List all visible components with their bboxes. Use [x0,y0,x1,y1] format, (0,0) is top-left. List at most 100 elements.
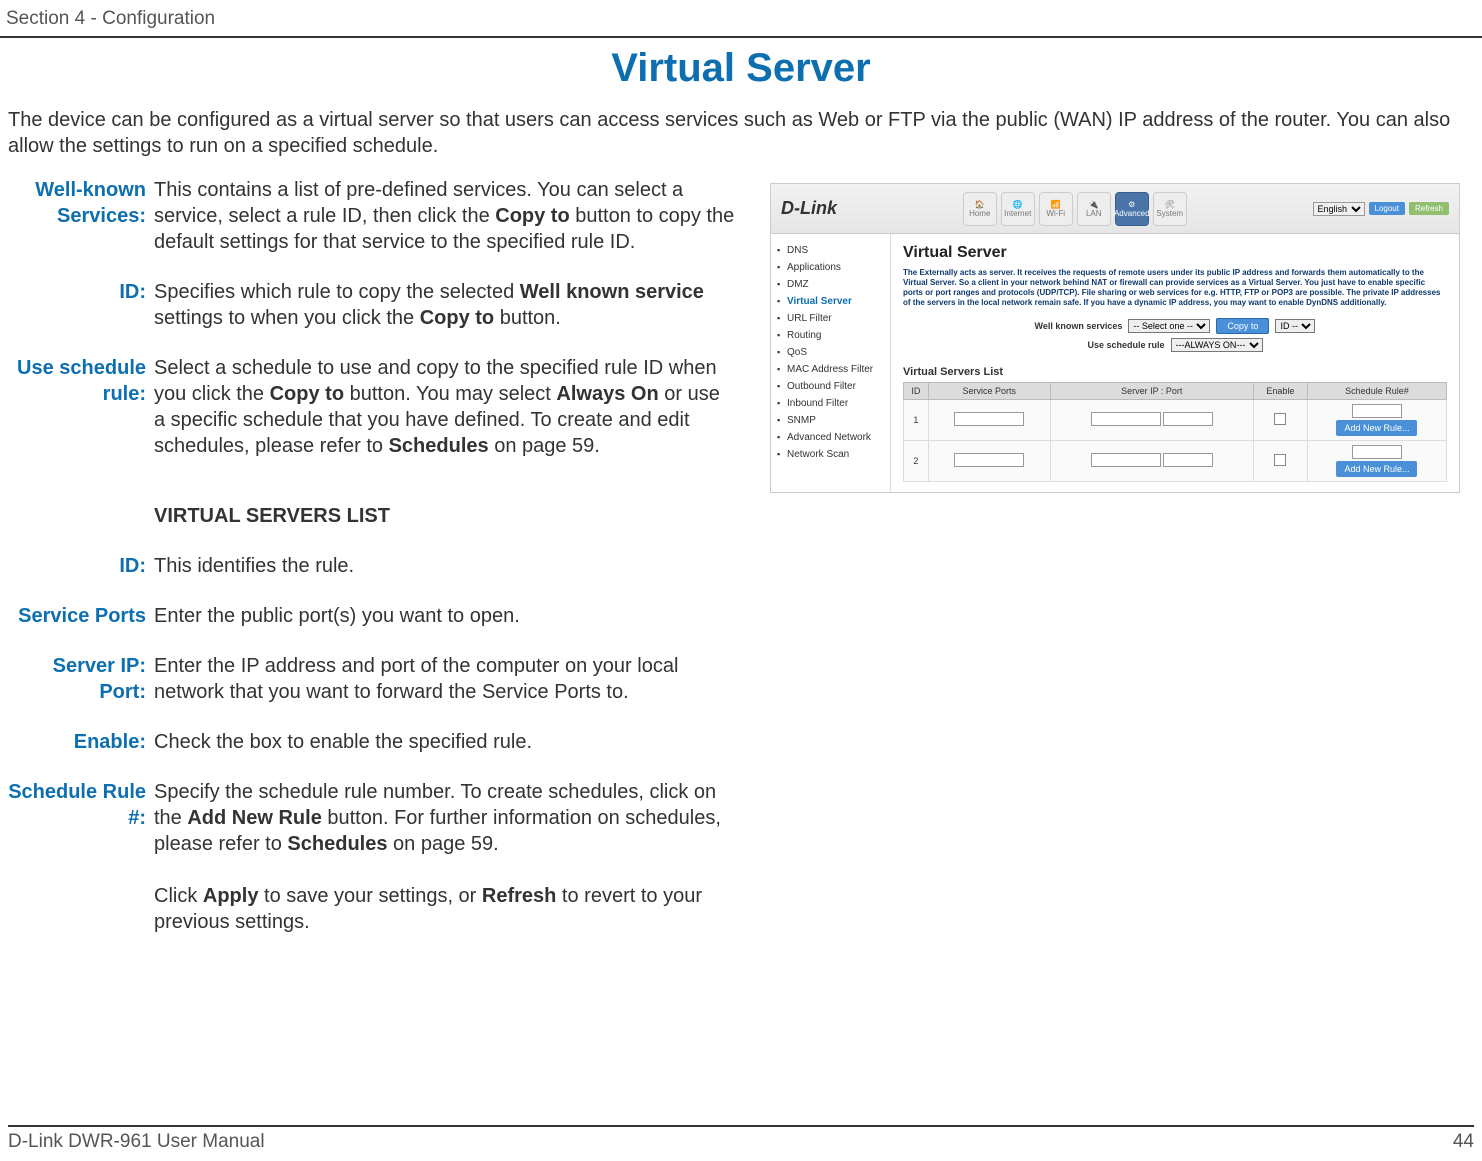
usr-select[interactable]: ---ALWAYS ON--- [1171,338,1263,352]
text: on page 59. [489,435,600,457]
col-id: ID [904,383,929,400]
page-title: Virtual Server [0,46,1482,91]
bold: Copy to [495,205,569,227]
bold: Copy to [420,307,494,329]
sidebar-item-mac-filter[interactable]: MAC Address Filter [777,361,884,378]
label-id: ID: [0,279,150,355]
text: Click [154,885,203,907]
logo: D-Link [781,198,837,219]
text: on page 59. [387,833,498,855]
sidebar-item-routing[interactable]: Routing [777,327,884,344]
text: Specifies which rule to copy the selecte… [154,281,520,303]
sidebar: DNS Applications DMZ Virtual Server URL … [771,234,891,492]
sidebar-item-qos[interactable]: QoS [777,344,884,361]
add-new-rule-button[interactable]: Add New Rule... [1336,461,1417,477]
refresh-button[interactable]: Refresh [1409,202,1449,215]
bold: Schedules [287,833,387,855]
label-use-schedule: Use schedule rule: [0,355,150,483]
add-new-rule-button[interactable]: Add New Rule... [1336,420,1417,436]
cell-id: 2 [904,441,929,482]
nav-lan[interactable]: 🔌LAN [1077,192,1111,226]
page-number: 44 [1453,1131,1474,1153]
list-title: Virtual Servers List [903,366,1447,378]
label-well-known: Well-known Services: [0,177,150,279]
text: to save your settings, or [258,885,481,907]
label-schedule-rule: Schedule Rule #: [0,779,150,959]
desc-enable: Check the box to enable the specified ru… [150,729,740,779]
nav-label: Home [969,209,990,218]
service-ports-input[interactable] [954,453,1024,467]
nav-label: Advanced [1114,209,1150,218]
desc-schedule-rule: Specify the schedule rule number. To cre… [150,779,740,959]
copy-to-button[interactable]: Copy to [1216,318,1269,334]
text: settings to when you click the [154,307,420,329]
enable-checkbox[interactable] [1274,454,1286,466]
lang-select[interactable]: English [1313,202,1365,216]
server-port-input[interactable] [1163,453,1213,467]
desc-service-ports: Enter the public port(s) you want to ope… [150,603,740,653]
definition-table: Well-known Services: This contains a lis… [0,177,740,959]
sidebar-item-inbound-filter[interactable]: Inbound Filter [777,395,884,412]
server-port-input[interactable] [1163,412,1213,426]
nav-home[interactable]: 🏠Home [963,192,997,226]
label-service-ports: Service Ports [0,603,150,653]
label-id2: ID: [0,553,150,603]
service-ports-input[interactable] [954,412,1024,426]
bold: Schedules [389,435,489,457]
divider-bottom [8,1125,1474,1127]
col-service-ports: Service Ports [928,383,1050,400]
sidebar-item-outbound-filter[interactable]: Outbound Filter [777,378,884,395]
cell-id: 1 [904,400,929,441]
desc-id: Specifies which rule to copy the selecte… [150,279,740,355]
col-server-ip: Server IP : Port [1050,383,1253,400]
wk-label: Well known services [1035,321,1123,331]
text: button. [494,307,561,329]
divider-top [0,36,1482,38]
section-header: Section 4 - Configuration [0,8,1482,34]
sidebar-item-applications[interactable]: Applications [777,259,884,276]
table-row: 1 Add New Rule... [904,400,1447,441]
sidebar-item-advanced-network[interactable]: Advanced Network [777,429,884,446]
desc-use-schedule: Select a schedule to use and copy to the… [150,355,740,483]
usr-label: Use schedule rule [1087,340,1164,350]
wk-select[interactable]: -- Select one -- [1128,319,1210,333]
virtual-servers-table: ID Service Ports Server IP : Port Enable… [903,382,1447,482]
sidebar-item-dmz[interactable]: DMZ [777,276,884,293]
bold: Always On [556,383,658,405]
enable-checkbox[interactable] [1274,413,1286,425]
panel-description: The Externally acts as server. It receiv… [903,268,1447,308]
table-row: 2 Add New Rule... [904,441,1447,482]
server-ip-input[interactable] [1091,412,1161,426]
sidebar-item-dns[interactable]: DNS [777,242,884,259]
bold: Apply [203,885,259,907]
sidebar-item-url-filter[interactable]: URL Filter [777,310,884,327]
nav-label: Wi-Fi [1046,209,1065,218]
schedule-rule-input[interactable] [1352,445,1402,459]
nav-advanced[interactable]: ⚙Advanced [1115,192,1149,226]
label-server-ip: Server IP: Port: [0,653,150,729]
router-screenshot: D-Link 🏠Home 🌐Internet 📶Wi-Fi 🔌LAN ⚙Adva… [770,183,1460,493]
subheading-vsl: VIRTUAL SERVERS LIST [150,483,740,553]
logout-button[interactable]: Logout [1369,202,1405,215]
nav-wifi[interactable]: 📶Wi-Fi [1039,192,1073,226]
footer-left: D-Link DWR-961 User Manual [8,1131,265,1153]
intro-text: The device can be configured as a virtua… [8,107,1476,159]
sidebar-item-snmp[interactable]: SNMP [777,412,884,429]
col-schedule-rule: Schedule Rule# [1307,383,1446,400]
schedule-rule-input[interactable] [1352,404,1402,418]
bold: Copy to [270,383,344,405]
id-select[interactable]: ID -- [1275,319,1315,333]
col-enable: Enable [1253,383,1307,400]
top-nav: 🏠Home 🌐Internet 📶Wi-Fi 🔌LAN ⚙Advanced 🛠S… [963,192,1187,226]
bold: Refresh [482,885,556,907]
server-ip-input[interactable] [1091,453,1161,467]
panel-title: Virtual Server [903,244,1447,262]
desc-server-ip: Enter the IP address and port of the com… [150,653,740,729]
nav-internet[interactable]: 🌐Internet [1001,192,1035,226]
desc-well-known: This contains a list of pre-defined serv… [150,177,740,279]
bold: Add New Rule [187,807,321,829]
nav-system[interactable]: 🛠System [1153,192,1187,226]
sidebar-item-network-scan[interactable]: Network Scan [777,446,884,463]
sidebar-item-virtual-server[interactable]: Virtual Server [777,293,884,310]
nav-label: LAN [1086,209,1102,218]
